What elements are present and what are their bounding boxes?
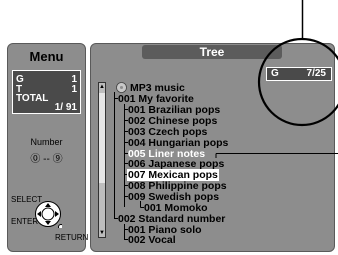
track-counter: G 1 T 1 TOTAL 1/ 91 [12, 70, 81, 114]
tree-item[interactable]: 002 Vocal [128, 234, 176, 246]
group-indicator-label: G [271, 68, 279, 79]
dpad-icon[interactable] [34, 200, 62, 228]
track-value: 1 [71, 84, 77, 95]
number-range: ⓪ -- ⑨ [30, 154, 63, 165]
group-indicator: G 7/25 [266, 67, 332, 81]
scroll-up-icon[interactable]: ▲ [98, 83, 106, 91]
group-indicator-value: 7/25 [306, 68, 326, 79]
disc-icon [116, 82, 127, 93]
tree-title: Tree [142, 45, 282, 59]
scrollbar-thumb[interactable] [99, 93, 105, 183]
number-label: Number [30, 137, 63, 147]
scroll-down-icon[interactable]: ▼ [98, 229, 106, 237]
total-value: 1/ 91 [54, 102, 77, 113]
menu-title: Menu [29, 49, 64, 64]
total-label: TOTAL [16, 93, 49, 104]
return-label: RETURN [55, 233, 89, 242]
